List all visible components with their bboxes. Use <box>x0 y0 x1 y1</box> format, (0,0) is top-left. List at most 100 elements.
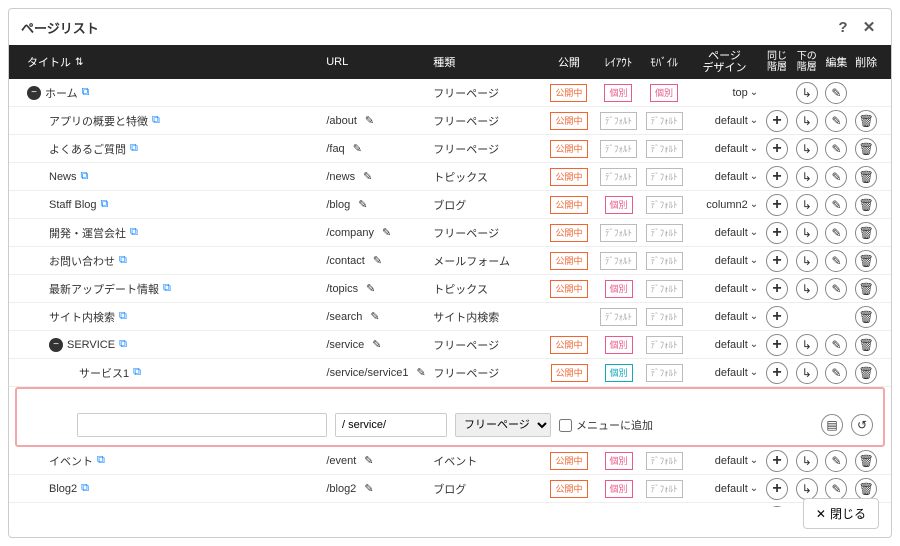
add-same-level-button[interactable]: + <box>766 334 788 356</box>
close-button[interactable]: ✕ 閉じる <box>803 498 879 529</box>
collapse-icon[interactable]: − <box>49 338 63 352</box>
delete-button[interactable]: 🗑 <box>855 138 877 160</box>
add-to-menu-checkbox[interactable]: メニューに追加 <box>559 417 653 433</box>
layout-badge[interactable]: ﾃﾞﾌｫﾙﾄ <box>600 252 637 270</box>
edit-url-icon[interactable]: ✎ <box>364 482 373 495</box>
add-child-button[interactable]: ↳ <box>796 450 818 472</box>
open-link-icon[interactable]: ⧉ <box>119 310 127 323</box>
mobile-badge[interactable]: 個別 <box>650 84 678 102</box>
add-same-level-button[interactable]: + <box>766 138 788 160</box>
add-child-button[interactable]: ↳ <box>796 334 818 356</box>
add-same-level-button[interactable]: + <box>766 194 788 216</box>
edit-url-icon[interactable]: ✎ <box>370 310 379 323</box>
delete-button[interactable]: 🗑 <box>855 166 877 188</box>
delete-button[interactable]: 🗑 <box>855 222 877 244</box>
edit-url-icon[interactable]: ✎ <box>382 226 391 239</box>
mobile-badge[interactable]: ﾃﾞﾌｫﾙﾄ <box>646 224 683 242</box>
open-link-icon[interactable]: ⧉ <box>81 170 89 183</box>
add-same-level-button[interactable]: + <box>766 278 788 300</box>
add-same-level-button[interactable]: + <box>766 250 788 272</box>
delete-button[interactable]: 🗑 <box>855 478 877 500</box>
layout-badge[interactable]: ﾃﾞﾌｫﾙﾄ <box>600 308 637 326</box>
publish-badge[interactable]: 公開中 <box>550 452 587 470</box>
open-link-icon[interactable]: ⧉ <box>133 366 141 379</box>
mobile-badge[interactable]: ﾃﾞﾌｫﾙﾄ <box>646 280 683 298</box>
layout-badge[interactable]: 個別 <box>604 84 632 102</box>
delete-button[interactable]: 🗑 <box>855 362 877 384</box>
delete-button[interactable]: 🗑 <box>855 278 877 300</box>
add-same-level-button[interactable]: + <box>766 362 788 384</box>
design-select[interactable]: default⌄ <box>687 255 762 267</box>
design-select[interactable]: top⌄ <box>687 87 762 99</box>
mobile-badge[interactable]: ﾃﾞﾌｫﾙﾄ <box>646 168 683 186</box>
publish-badge[interactable]: 公開中 <box>550 112 587 130</box>
add-child-button[interactable]: ↳ <box>796 478 818 500</box>
design-select[interactable]: default⌄ <box>687 311 762 323</box>
add-child-button[interactable]: ↳ <box>796 110 818 132</box>
delete-button[interactable]: 🗑 <box>855 306 877 328</box>
layout-badge[interactable]: 個別 <box>605 364 633 382</box>
edit-button[interactable]: ✎ <box>825 110 847 132</box>
open-link-icon[interactable]: ⧉ <box>163 282 171 295</box>
publish-badge[interactable]: 公開中 <box>550 84 587 102</box>
edit-button[interactable]: ✎ <box>825 334 847 356</box>
page-title[interactable]: SERVICE <box>67 339 115 351</box>
add-child-button[interactable]: ↳ <box>796 250 818 272</box>
delete-button[interactable]: 🗑 <box>855 250 877 272</box>
edit-button[interactable]: ✎ <box>825 166 847 188</box>
publish-badge[interactable]: 公開中 <box>550 224 587 242</box>
publish-badge[interactable]: 公開中 <box>550 336 587 354</box>
mobile-badge[interactable]: ﾃﾞﾌｫﾙﾄ <box>646 196 683 214</box>
page-title[interactable]: 最新アップデート情報 <box>49 281 159 297</box>
mobile-badge[interactable]: ﾃﾞﾌｫﾙﾄ <box>646 140 683 158</box>
delete-button[interactable]: 🗑 <box>855 194 877 216</box>
undo-icon[interactable]: ↺ <box>851 414 873 436</box>
design-select[interactable]: default⌄ <box>687 171 762 183</box>
add-same-level-button[interactable]: + <box>766 306 788 328</box>
edit-url-icon[interactable]: ✎ <box>366 282 375 295</box>
mobile-badge[interactable]: ﾃﾞﾌｫﾙﾄ <box>646 452 683 470</box>
publish-badge[interactable]: 公開中 <box>550 196 587 214</box>
page-title[interactable]: よくあるご質問 <box>49 141 126 157</box>
add-same-level-button[interactable]: + <box>766 450 788 472</box>
design-select[interactable]: default⌄ <box>687 339 762 351</box>
edit-button[interactable]: ✎ <box>825 138 847 160</box>
layout-badge[interactable]: ﾃﾞﾌｫﾙﾄ <box>600 168 637 186</box>
edit-button[interactable]: ✎ <box>825 278 847 300</box>
open-link-icon[interactable]: ⧉ <box>119 254 127 267</box>
new-page-title-input[interactable] <box>77 413 327 437</box>
add-child-button[interactable]: ↳ <box>796 278 818 300</box>
mobile-badge[interactable]: ﾃﾞﾌｫﾙﾄ <box>646 480 683 498</box>
add-same-level-button[interactable]: + <box>766 478 788 500</box>
edit-button[interactable]: ✎ <box>825 450 847 472</box>
design-select[interactable]: column2⌄ <box>687 199 762 211</box>
edit-button[interactable]: ✎ <box>825 250 847 272</box>
layout-badge[interactable]: 個別 <box>605 280 633 298</box>
edit-button[interactable]: ✎ <box>825 82 847 104</box>
publish-badge[interactable]: 公開中 <box>550 168 587 186</box>
page-title[interactable]: Staff Blog <box>49 199 97 211</box>
design-select[interactable]: default⌄ <box>687 143 762 155</box>
publish-badge[interactable]: 公開中 <box>550 480 587 498</box>
publish-badge[interactable]: 公開中 <box>550 280 587 298</box>
save-icon[interactable]: ▤ <box>821 414 843 436</box>
publish-badge[interactable]: 公開中 <box>550 140 587 158</box>
th-title[interactable]: タイトル⇅ <box>19 54 326 70</box>
layout-badge[interactable]: 個別 <box>605 196 633 214</box>
delete-button[interactable]: 🗑 <box>855 334 877 356</box>
add-child-button[interactable]: ↳ <box>796 166 818 188</box>
design-select[interactable]: default⌄ <box>687 455 762 467</box>
page-title[interactable]: サイト内検索 <box>49 309 115 325</box>
layout-badge[interactable]: ﾃﾞﾌｫﾙﾄ <box>600 140 637 158</box>
mobile-badge[interactable]: ﾃﾞﾌｫﾙﾄ <box>646 336 683 354</box>
layout-badge[interactable]: 個別 <box>605 336 633 354</box>
design-select[interactable]: default⌄ <box>687 115 762 127</box>
edit-button[interactable]: ✎ <box>825 362 847 384</box>
new-page-kind-select[interactable]: フリーページ <box>455 413 551 437</box>
delete-button[interactable]: 🗑 <box>855 450 877 472</box>
help-icon[interactable]: ? <box>833 17 853 37</box>
add-same-level-button[interactable]: + <box>766 110 788 132</box>
add-child-button[interactable]: ↳ <box>796 194 818 216</box>
layout-badge[interactable]: ﾃﾞﾌｫﾙﾄ <box>600 224 637 242</box>
open-link-icon[interactable]: ⧉ <box>82 86 90 99</box>
